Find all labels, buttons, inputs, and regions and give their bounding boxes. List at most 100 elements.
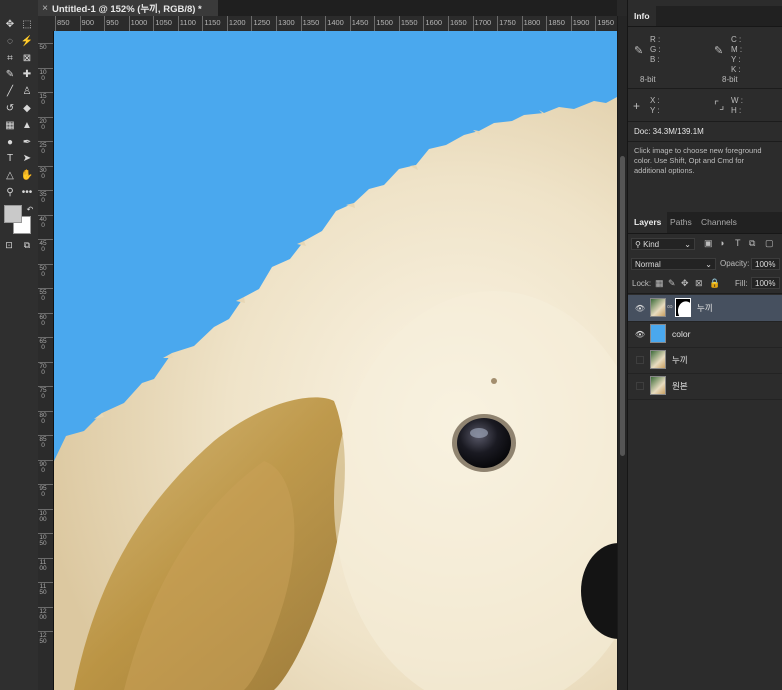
ruler-tick-label: 1650 (449, 18, 467, 27)
layer-thumbnail[interactable] (650, 324, 666, 343)
crop-icon[interactable]: ⌗ (2, 52, 18, 66)
tab-layers[interactable]: Layers (628, 212, 668, 233)
ruler-tick-label: 1050 (155, 18, 172, 27)
visibility-toggle[interactable] (636, 382, 644, 390)
ruler-tick-label: 250 (39, 142, 47, 155)
hand-icon[interactable]: ✋ (19, 169, 35, 183)
y-label: Y : (650, 106, 660, 115)
cmyk-eyedropper-icon[interactable]: ✎ (714, 46, 723, 57)
filter-adjustment-icon[interactable]: ◑ (719, 238, 724, 248)
gradient-icon[interactable]: ▦ (2, 119, 18, 133)
shape-icon[interactable]: △ (2, 169, 18, 183)
layer-thumbnail[interactable] (650, 376, 666, 395)
stamp-icon[interactable]: ♙ (19, 85, 35, 99)
document-tab[interactable]: × Untitled-1 @ 152% (누끼, RGB/8) * (38, 0, 218, 16)
layer-row[interactable]: 👁 color (628, 321, 782, 348)
document-tab-bar: × Untitled-1 @ 152% (누끼, RGB/8) * (38, 0, 617, 17)
marquee-icon[interactable]: ⬚ (19, 18, 35, 32)
ruler-tick (300, 16, 302, 31)
history-brush-icon[interactable]: ↺ (2, 102, 18, 116)
layer-thumbnail[interactable] (650, 298, 666, 317)
horizontal-ruler[interactable]: 850 900 950 1000 1050 1100 1150 1200 1250 1300 135… (54, 16, 617, 32)
ruler-tick (374, 16, 376, 31)
mask-link-icon[interactable]: ∞ (667, 302, 673, 311)
ruler-tick-label: 850 (39, 436, 47, 449)
canvas-scrollbar[interactable] (617, 16, 627, 690)
tab-info[interactable]: Info (628, 6, 656, 26)
lasso-icon[interactable]: ◌ (2, 35, 18, 49)
foreground-color-swatch[interactable] (4, 205, 22, 223)
move-icon[interactable]: ✥ (2, 18, 18, 32)
fill-input[interactable]: 100% (751, 277, 780, 289)
ruler-tick-label: 200 (39, 117, 47, 131)
type-icon[interactable]: T (2, 152, 18, 166)
ruler-tick (472, 16, 474, 31)
filter-smartobject-icon[interactable]: ▢ (765, 238, 774, 248)
eyedropper-icon[interactable]: ✎ (2, 68, 18, 82)
tab-channels[interactable]: Channels (695, 212, 743, 233)
lock-label: Lock: (632, 279, 652, 288)
healing-brush-icon[interactable]: ✚ (19, 68, 35, 82)
ruler-tick-label: 350 (39, 191, 47, 204)
visibility-eye-icon[interactable]: 👁 (635, 329, 645, 339)
filter-shape-icon[interactable]: ⧉ (749, 238, 755, 248)
pen-icon[interactable]: ✒ (19, 136, 35, 150)
path-select-icon[interactable]: ➤ (19, 152, 35, 166)
filter-pixel-icon[interactable]: ▣ (704, 238, 713, 248)
ruler-tick (251, 16, 253, 31)
blur-icon[interactable]: ▲ (19, 119, 35, 133)
layer-row[interactable]: 👁 ∞ 누끼 (628, 295, 782, 322)
right-panels: Info ✎ R : G : B : 8-bit ✎ C : M : Y : K… (627, 0, 782, 690)
magic-wand-icon[interactable]: ⚡ (19, 35, 35, 49)
chevron-down-icon: ⌄ (705, 260, 712, 269)
screen-mode-icon[interactable]: ⧉ (19, 238, 35, 252)
bit-depth-right: 8-bit (722, 75, 738, 84)
lock-all-icon[interactable]: 🔒 (709, 278, 720, 288)
layer-filter-select[interactable]: ⚲ Kind ⌄ (631, 238, 695, 250)
dog-photo (54, 31, 617, 690)
bit-depth-left: 8-bit (640, 75, 656, 84)
ruler-tick-label: 1150 (39, 583, 47, 596)
ruler-tick-label: 1300 (278, 18, 295, 27)
ruler-corner[interactable] (38, 16, 55, 32)
lock-position-icon[interactable]: ✥ (681, 278, 689, 288)
ruler-tick-label: 1850 (548, 18, 565, 27)
image-canvas[interactable] (54, 31, 617, 690)
quick-mask-icon[interactable]: ⊡ (1, 238, 17, 252)
rgb-eyedropper-icon[interactable]: ✎ (634, 46, 643, 57)
rgb-b-label: B : (650, 55, 660, 64)
opacity-input[interactable]: 100% (751, 258, 780, 270)
visibility-eye-icon[interactable]: 👁 (635, 303, 645, 313)
blend-mode-select[interactable]: Normal ⌄ (631, 258, 716, 270)
ruler-tick-label: 500 (39, 264, 47, 278)
layer-row[interactable]: 원본 (628, 373, 782, 400)
visibility-toggle[interactable] (636, 356, 644, 364)
tools-panel: ✥ ⬚ ◌ ⚡ ⌗ ⊠ ✎ ✚ ╱ ♙ ↺ ◆ ▦ ▲ ● ✒ T ➤ △ ✋ ⚲ ••• ↶ ⊡ ⧉ (0, 0, 39, 690)
zoom-icon[interactable]: ⚲ (2, 186, 18, 200)
close-tab-icon[interactable]: × (38, 3, 52, 14)
eraser-icon[interactable]: ◆ (19, 102, 35, 116)
ruler-tick-label: 1400 (327, 18, 344, 27)
lock-artboard-icon[interactable]: ⊠ (695, 278, 703, 288)
ruler-tick (595, 16, 597, 31)
vertical-ruler[interactable]: 50 100 150 200 250 300 350 400 450 500 550 600 650 70… (38, 31, 54, 690)
tab-paths[interactable]: Paths (664, 212, 698, 233)
ruler-tick-label: 950 (39, 485, 47, 498)
lock-transparent-icon[interactable]: ▦ (655, 278, 664, 288)
swap-colors-icon[interactable]: ↶ (22, 203, 38, 217)
scrollbar-thumb[interactable] (620, 156, 625, 456)
ruler-tick-label: 1200 (228, 18, 246, 27)
filter-type-icon[interactable]: T (735, 238, 741, 248)
ruler-tick-label: 600 (39, 313, 47, 327)
brush-icon[interactable]: ╱ (2, 85, 18, 99)
layer-mask-thumbnail[interactable] (675, 298, 691, 317)
more-tools-icon[interactable]: ••• (19, 186, 35, 200)
dodge-icon[interactable]: ● (2, 136, 18, 150)
frame-icon[interactable]: ⊠ (19, 52, 35, 66)
layer-row[interactable]: 누끼 (628, 347, 782, 374)
lock-image-icon[interactable]: ✎ (668, 278, 676, 288)
layer-thumbnail[interactable] (650, 350, 666, 369)
ruler-tick-label: 1150 (204, 18, 221, 27)
ruler-tick-label: 1550 (400, 18, 418, 27)
search-icon: ⚲ (635, 240, 641, 249)
